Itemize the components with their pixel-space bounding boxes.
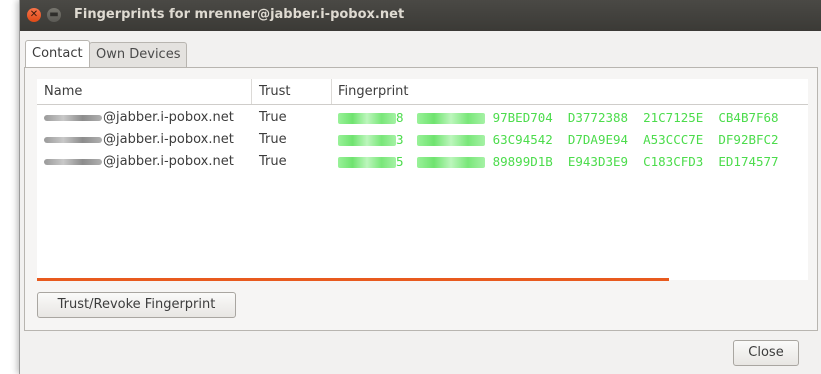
trust-value: True xyxy=(259,110,287,125)
title-bar: ✕ ▬ Fingerprints for mrenner@jabber.i-po… xyxy=(20,0,821,31)
window-close-icon[interactable]: ✕ xyxy=(27,8,41,22)
close-button[interactable]: Close xyxy=(733,340,799,366)
trust-value: True xyxy=(259,154,287,169)
fingerprints-dialog: ✕ ▬ Fingerprints for mrenner@jabber.i-po… xyxy=(19,0,821,374)
redacted-username xyxy=(44,114,102,121)
tab-own-devices[interactable]: Own Devices xyxy=(89,42,188,67)
contact-name: @jabber.i-pobox.net xyxy=(44,154,234,169)
trust-revoke-button[interactable]: Trust/Revoke Fingerprint xyxy=(37,292,236,318)
fingerprint-value: 8 97BED704 D3772388 21C7125E CB4B7F68 xyxy=(338,110,779,125)
list-header: Name Trust Fingerprint xyxy=(37,79,808,105)
horizontal-scrollbar-progress[interactable] xyxy=(37,278,669,281)
table-row[interactable]: @jabber.i-pobox.net True 5 89899D1B E943… xyxy=(37,151,808,173)
redacted-username xyxy=(44,136,102,143)
column-header-fingerprint[interactable]: Fingerprint xyxy=(338,84,409,99)
column-header-trust[interactable]: Trust xyxy=(259,84,290,99)
fingerprint-list[interactable]: Name Trust Fingerprint @jabber.i-pobox.n… xyxy=(37,79,808,280)
table-row[interactable]: @jabber.i-pobox.net True 8 97BED704 D377… xyxy=(37,107,808,129)
window-title: Fingerprints for mrenner@jabber.i-pobox.… xyxy=(74,7,405,22)
contact-name: @jabber.i-pobox.net xyxy=(44,132,234,147)
column-separator xyxy=(331,79,332,104)
fingerprint-value: 3 63C94542 D7DA9E94 A53CCC7E DF92BFC2 xyxy=(338,132,779,147)
table-row[interactable]: @jabber.i-pobox.net True 3 63C94542 D7DA… xyxy=(37,129,808,151)
redacted-username xyxy=(44,158,102,165)
window-minimize-icon[interactable]: ▬ xyxy=(47,8,61,22)
fingerprint-value: 5 89899D1B E943D3E9 C183CFD3 ED174577 xyxy=(338,154,779,169)
trust-value: True xyxy=(259,132,287,147)
column-header-name[interactable]: Name xyxy=(44,84,82,99)
tab-contact[interactable]: Contact xyxy=(25,40,90,68)
column-separator xyxy=(251,79,252,104)
contact-panel: Name Trust Fingerprint @jabber.i-pobox.n… xyxy=(24,67,818,331)
contact-name: @jabber.i-pobox.net xyxy=(44,110,234,125)
